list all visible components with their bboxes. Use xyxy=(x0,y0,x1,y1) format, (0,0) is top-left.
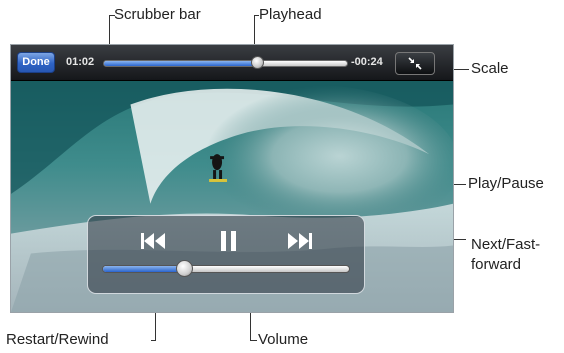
play-pause-button[interactable] xyxy=(218,229,240,253)
top-control-bar: Done 01:02 -00:24 xyxy=(11,45,453,81)
callout-play-pause: Play/Pause xyxy=(468,175,544,192)
volume-fill xyxy=(103,266,185,272)
next-fast-forward-button[interactable] xyxy=(285,230,315,252)
playback-controls-panel xyxy=(87,215,365,294)
scale-icon xyxy=(408,57,422,70)
done-button[interactable]: Done xyxy=(17,52,55,73)
scrubber-bar[interactable] xyxy=(103,60,348,67)
remaining-time: -00:24 xyxy=(351,56,383,68)
callout-next-line2: forward xyxy=(471,256,522,273)
callout-scale: Scale xyxy=(471,60,509,77)
skip-back-icon xyxy=(141,233,165,249)
callout-restart-rewind: Restart/Rewind xyxy=(6,331,109,348)
leader-volume-h xyxy=(250,340,257,341)
playhead[interactable] xyxy=(251,56,265,69)
callout-volume: Volume xyxy=(258,331,309,348)
video-screen[interactable]: Done 01:02 -00:24 xyxy=(10,44,454,313)
callout-scrubber-bar: Scrubber bar xyxy=(114,6,201,23)
restart-rewind-button[interactable] xyxy=(138,230,168,252)
callout-next-line1: Next/Fast- xyxy=(471,236,541,253)
scale-button[interactable] xyxy=(395,52,435,75)
pause-icon xyxy=(221,231,236,251)
skip-forward-icon xyxy=(288,233,312,249)
callout-playhead: Playhead xyxy=(259,6,322,23)
elapsed-time: 01:02 xyxy=(66,56,95,68)
volume-slider[interactable] xyxy=(102,265,350,273)
volume-knob[interactable] xyxy=(175,260,193,277)
scrubber-progress-fill xyxy=(104,61,258,66)
